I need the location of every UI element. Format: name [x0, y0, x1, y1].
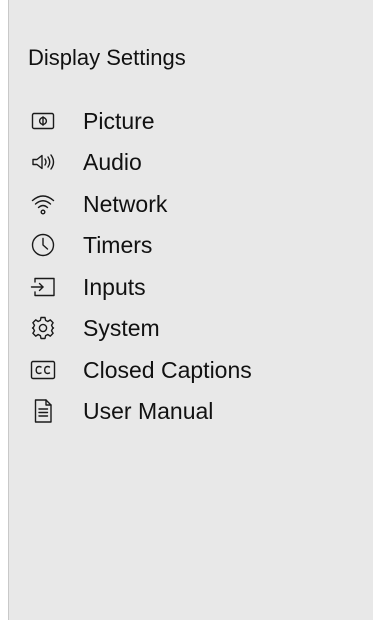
menu-item-timers[interactable]: Timers — [27, 225, 252, 267]
menu-item-label: Inputs — [83, 273, 146, 300]
menu-item-picture[interactable]: Picture — [27, 100, 252, 142]
menu-item-label: Timers — [83, 232, 153, 259]
menu-item-user-manual[interactable]: User Manual — [27, 391, 252, 433]
picture-icon — [27, 108, 59, 134]
menu-item-label: Picture — [83, 107, 155, 134]
clock-icon — [27, 232, 59, 258]
menu-item-label: Closed Captions — [83, 356, 252, 383]
menu-item-label: Network — [83, 190, 168, 217]
closed-captions-icon — [27, 357, 59, 383]
input-icon — [27, 274, 59, 300]
wifi-icon — [27, 191, 59, 217]
panel-title: Display Settings — [28, 45, 186, 70]
menu-item-closed-captions[interactable]: Closed Captions — [27, 349, 252, 391]
gear-icon — [27, 315, 59, 341]
menu-item-label: User Manual — [83, 398, 214, 425]
audio-icon — [27, 149, 59, 175]
menu-item-inputs[interactable]: Inputs — [27, 266, 252, 308]
document-icon — [27, 398, 59, 424]
menu-item-system[interactable]: System — [27, 308, 252, 350]
menu-item-label: Audio — [83, 149, 142, 176]
menu-item-label: System — [83, 315, 160, 342]
settings-menu: Picture Audio Network Timers Inputs Syst… — [27, 100, 252, 432]
settings-panel: Display Settings Picture Audio Network T… — [8, 0, 373, 620]
menu-item-network[interactable]: Network — [27, 183, 252, 225]
menu-item-audio[interactable]: Audio — [27, 142, 252, 184]
